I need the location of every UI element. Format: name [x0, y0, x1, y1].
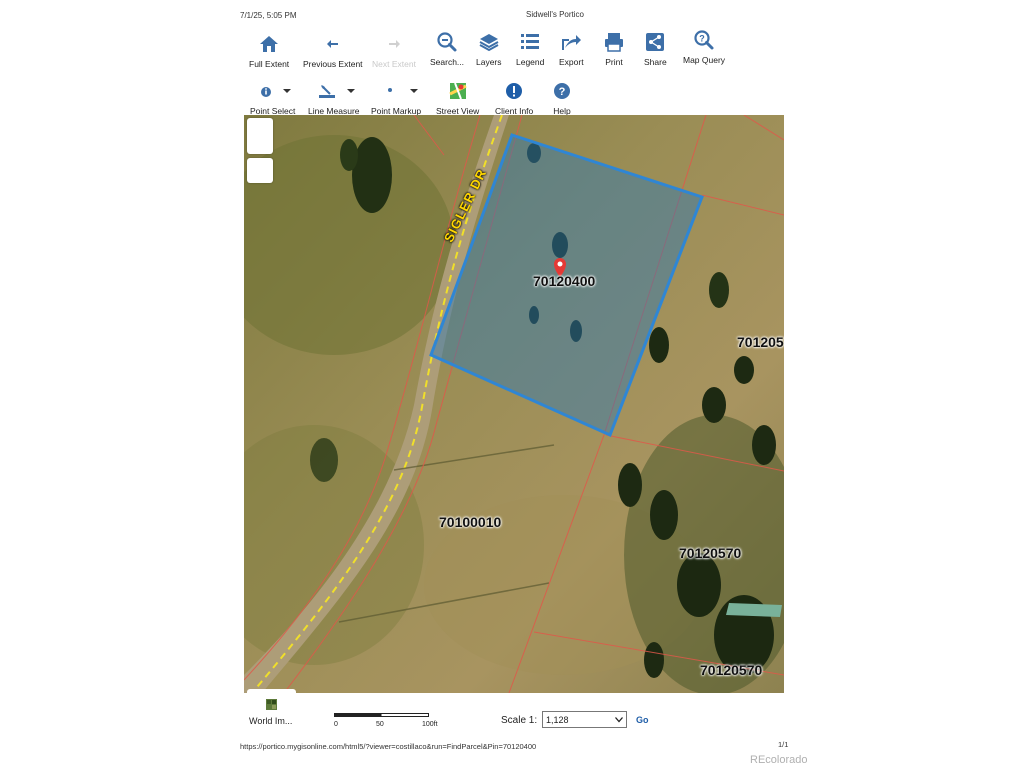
- legend-label: Legend: [516, 57, 545, 67]
- page-url: https://portico.mygisonline.com/html5/?v…: [240, 742, 537, 751]
- search-button[interactable]: Search...: [430, 31, 464, 67]
- help-button[interactable]: ? Help: [551, 80, 573, 116]
- svg-text:?: ?: [699, 34, 705, 44]
- export-label: Export: [559, 57, 584, 67]
- map-query-button[interactable]: ? Map Query: [683, 29, 725, 65]
- line-measure-button[interactable]: Line Measure: [308, 80, 360, 116]
- search-icon: [436, 31, 458, 53]
- basemap-thumbnail-icon: [266, 697, 277, 715]
- scale-label: Scale 1:: [501, 715, 538, 726]
- watermark: REcolorado: [750, 754, 808, 766]
- print-page: 7/1/25, 5:05 PM Sidwell's Portico Full E…: [0, 0, 1024, 768]
- scale-tick-0: 0: [334, 721, 338, 728]
- street-view-button[interactable]: Street View: [436, 80, 479, 116]
- point-markup-icon: [374, 80, 419, 102]
- aerial-imagery: [244, 115, 784, 693]
- print-timestamp: 7/1/25, 5:05 PM: [240, 11, 297, 20]
- parcel-label-southeast[interactable]: 70120570: [679, 545, 741, 561]
- parcel-label-selected[interactable]: 70120400: [533, 273, 595, 289]
- street-view-icon: [447, 80, 469, 102]
- client-info-icon: [503, 80, 525, 102]
- previous-extent-label: Previous Extent: [303, 59, 363, 69]
- basemap-label[interactable]: World Im...: [249, 716, 292, 726]
- export-icon: [560, 31, 582, 53]
- page-title: Sidwell's Portico: [526, 10, 584, 19]
- map-query-icon: ?: [693, 29, 715, 51]
- point-select-icon: [251, 80, 295, 102]
- scale-tick-100: 100ft: [422, 721, 438, 728]
- svg-text:?: ?: [559, 86, 566, 98]
- parcel-label-southwest[interactable]: 70100010: [439, 514, 501, 530]
- line-measure-icon: [312, 80, 356, 102]
- layers-button[interactable]: Layers: [476, 31, 502, 67]
- home-icon: [258, 33, 280, 55]
- next-extent-label: Next Extent: [372, 59, 416, 69]
- layers-label: Layers: [476, 57, 502, 67]
- map-query-label: Map Query: [683, 55, 726, 65]
- scale-select[interactable]: 1,128: [542, 711, 627, 728]
- print-label: Print: [605, 57, 623, 67]
- zoom-out-button[interactable]: [247, 158, 273, 183]
- print-icon: [603, 31, 625, 53]
- map-view[interactable]: SIGLER DR 70120400 70120570 70100010 701…: [244, 115, 784, 693]
- chevron-down-icon: [615, 715, 626, 725]
- help-icon: ?: [551, 80, 573, 102]
- point-markup-button[interactable]: Point Markup: [371, 80, 421, 116]
- full-extent-button[interactable]: Full Extent: [249, 33, 289, 69]
- print-button[interactable]: Print: [603, 31, 625, 67]
- layers-icon: [478, 31, 500, 53]
- client-info-button[interactable]: Client Info: [495, 80, 533, 116]
- parcel-label-south[interactable]: 70120570: [700, 662, 762, 678]
- share-label: Share: [644, 57, 667, 67]
- scale-tick-50: 50: [376, 721, 384, 728]
- point-select-button[interactable]: Point Select: [250, 80, 295, 116]
- next-extent-button[interactable]: Next Extent: [372, 33, 416, 69]
- legend-icon: [519, 31, 541, 53]
- legend-button[interactable]: Legend: [516, 31, 544, 67]
- zoom-in-button[interactable]: [247, 118, 273, 154]
- export-button[interactable]: Export: [559, 31, 584, 67]
- page-number: 1/1: [778, 740, 789, 749]
- previous-extent-button[interactable]: Previous Extent: [303, 33, 363, 69]
- share-icon: [644, 31, 666, 53]
- arrow-left-icon: [322, 33, 344, 55]
- search-label: Search...: [430, 57, 465, 67]
- arrow-right-icon: [383, 33, 405, 55]
- full-extent-label: Full Extent: [249, 59, 290, 69]
- scale-bar: 0 50 100ft: [334, 712, 438, 736]
- go-button[interactable]: Go: [636, 715, 649, 725]
- share-button[interactable]: Share: [644, 31, 667, 67]
- scale-value: 1,128: [546, 714, 569, 725]
- parcel-label-east[interactable]: 70120570: [737, 334, 784, 350]
